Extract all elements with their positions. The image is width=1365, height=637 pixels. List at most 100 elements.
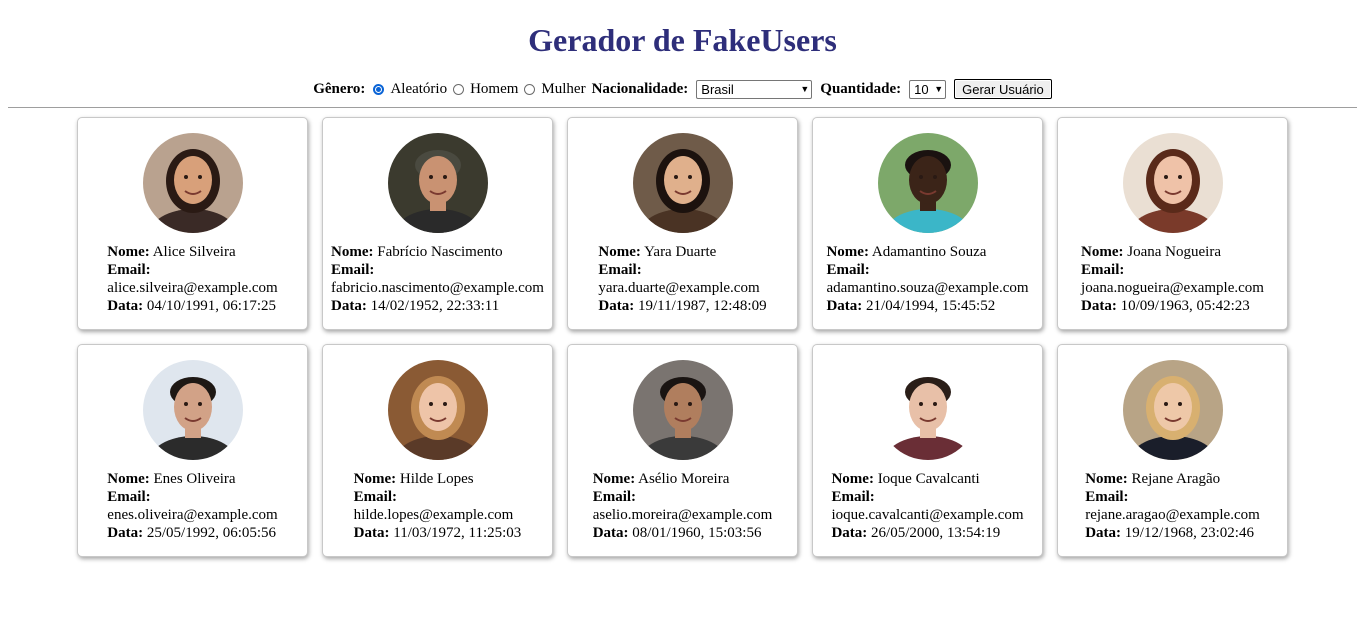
user-date: 25/05/1992, 06:05:56 xyxy=(146,525,277,541)
generate-users-button[interactable]: Gerar Usuário xyxy=(954,79,1052,99)
user-date: 19/11/1987, 12:48:09 xyxy=(637,298,767,314)
user-info: Nome: Ioque Cavalcanti Email: ioque.cavalc… xyxy=(831,470,1023,542)
nationality-select[interactable]: Brasil ▼ xyxy=(696,79,813,99)
user-card: Nome: Asélio Moreira Email: aselio.moreira… xyxy=(567,344,798,557)
avatar xyxy=(1122,133,1223,233)
user-info: Nome: Fabrício Nascimento Email: fabricio.… xyxy=(331,243,544,315)
date-label: Data: xyxy=(107,298,144,314)
page-title: Gerador de FakeUsers xyxy=(528,22,837,58)
name-label: Nome: xyxy=(831,471,874,487)
gender-option-female[interactable]: Mulher xyxy=(524,80,586,98)
date-label: Data: xyxy=(592,525,629,541)
date-label: Data: xyxy=(1081,298,1117,314)
user-card: Nome: Rejane Aragão Email: rejane.aragao@e… xyxy=(1057,344,1288,557)
user-date: 04/10/1991, 06:17:25 xyxy=(146,298,277,314)
email-label: Email: xyxy=(107,489,151,505)
nationality-value: Brasil xyxy=(701,81,734,97)
quantity-select[interactable]: 10 ▼ xyxy=(909,79,947,99)
quantity-value: 10 xyxy=(914,81,929,97)
name-label: Nome: xyxy=(331,244,374,260)
email-label: Email: xyxy=(592,489,637,505)
man-photo xyxy=(632,360,733,460)
name-label: Nome: xyxy=(107,244,150,260)
user-email: aselio.moreira@example.com xyxy=(592,507,773,523)
man-photo xyxy=(387,133,488,233)
divider xyxy=(8,107,1357,108)
email-label: Email: xyxy=(1081,262,1125,278)
user-date: 19/12/1968, 23:02:46 xyxy=(1124,525,1254,541)
woman-photo xyxy=(1122,360,1223,460)
user-date: 26/05/2000, 13:54:19 xyxy=(871,525,1001,541)
avatar xyxy=(632,360,733,460)
user-card: Nome: Enes Oliveira Email: enes.oliveira@e… xyxy=(77,344,308,557)
date-label: Data: xyxy=(1085,525,1122,541)
name-label: Nome: xyxy=(598,244,641,260)
user-name: Enes Oliveira xyxy=(153,471,236,487)
woman-photo xyxy=(1122,133,1223,233)
name-label: Nome: xyxy=(1085,471,1128,487)
user-info: Nome: Joana Nogueira Email: joana.nogueira… xyxy=(1081,243,1264,315)
gender-option-male[interactable]: Homem xyxy=(453,81,518,98)
woman-photo xyxy=(142,133,243,233)
gender-option-label: Homem xyxy=(470,80,519,97)
avatar xyxy=(877,360,978,460)
user-email: alice.silveira@example.com xyxy=(107,280,278,296)
user-date: 08/01/1960, 15:03:56 xyxy=(632,525,762,541)
date-label: Data: xyxy=(107,525,144,541)
gender-option-random[interactable]: Aleatório xyxy=(373,81,447,98)
name-label: Nome: xyxy=(1081,244,1124,260)
woman-photo xyxy=(387,360,488,460)
chevron-down-icon: ▼ xyxy=(934,84,944,94)
date-label: Data: xyxy=(331,298,367,314)
user-date: 21/04/1994, 15:45:52 xyxy=(866,298,996,314)
email-label: Email: xyxy=(107,262,151,278)
user-info: Nome: Rejane Aragão Email: rejane.aragao@e… xyxy=(1085,470,1260,542)
date-label: Data: xyxy=(826,298,863,314)
avatar xyxy=(142,360,243,460)
user-card: Nome: Alice Silveira Email: alice.silveira… xyxy=(77,117,308,330)
user-name: Alice Silveira xyxy=(152,244,236,260)
nationality-label: Nacionalidade: xyxy=(591,80,689,97)
woman-photo xyxy=(632,133,733,233)
user-name: Joana Nogueira xyxy=(1127,244,1221,260)
user-info: Nome: Asélio Moreira Email: aselio.moreira… xyxy=(593,470,773,542)
user-info: Nome: Hilde Lopes Email: hilde.lopes@examp… xyxy=(354,470,522,542)
radio-male[interactable] xyxy=(453,83,465,95)
user-date: 14/02/1952, 22:33:11 xyxy=(370,298,500,314)
user-email: joana.nogueira@example.com xyxy=(1081,280,1264,296)
gender-option-label: Aleatório xyxy=(390,80,448,97)
avatar xyxy=(1122,360,1223,460)
man-photo xyxy=(877,360,978,460)
avatar xyxy=(632,133,733,233)
email-label: Email: xyxy=(1085,489,1129,505)
chevron-down-icon: ▼ xyxy=(800,84,810,94)
user-name: Yara Duarte xyxy=(644,244,717,260)
user-name: Hilde Lopes xyxy=(399,471,474,487)
radio-random[interactable] xyxy=(373,83,385,95)
email-label: Email: xyxy=(831,489,875,505)
user-name: Ioque Cavalcanti xyxy=(877,471,980,487)
name-label: Nome: xyxy=(826,244,869,260)
user-email: hilde.lopes@example.com xyxy=(353,507,514,523)
user-date: 10/09/1963, 05:42:23 xyxy=(1120,298,1250,314)
gender-option-label: Mulher xyxy=(541,80,586,97)
user-card-grid: Nome: Alice Silveira Email: alice.silveira… xyxy=(77,117,1289,557)
avatar xyxy=(387,360,488,460)
gender-label: Gênero: xyxy=(313,80,366,97)
user-email: adamantino.souza@example.com xyxy=(826,280,1029,296)
user-email: ioque.cavalcanti@example.com xyxy=(831,507,1024,523)
user-info: Nome: Enes Oliveira Email: enes.oliveira@e… xyxy=(107,470,277,542)
user-card: Nome: Fabrício Nascimento Email: fabricio.… xyxy=(322,117,553,330)
avatar xyxy=(877,133,978,233)
user-date: 11/03/1972, 11:25:03 xyxy=(393,525,522,541)
email-label: Email: xyxy=(826,262,870,278)
radio-female[interactable] xyxy=(524,83,536,95)
date-label: Data: xyxy=(598,298,635,314)
email-label: Email: xyxy=(598,262,642,278)
user-name: Asélio Moreira xyxy=(638,471,730,487)
email-label: Email: xyxy=(331,262,375,278)
user-email: rejane.aragao@example.com xyxy=(1085,507,1260,523)
avatar xyxy=(387,133,488,233)
user-info: Nome: Alice Silveira Email: alice.silveira… xyxy=(107,243,277,315)
name-label: Nome: xyxy=(592,471,636,487)
